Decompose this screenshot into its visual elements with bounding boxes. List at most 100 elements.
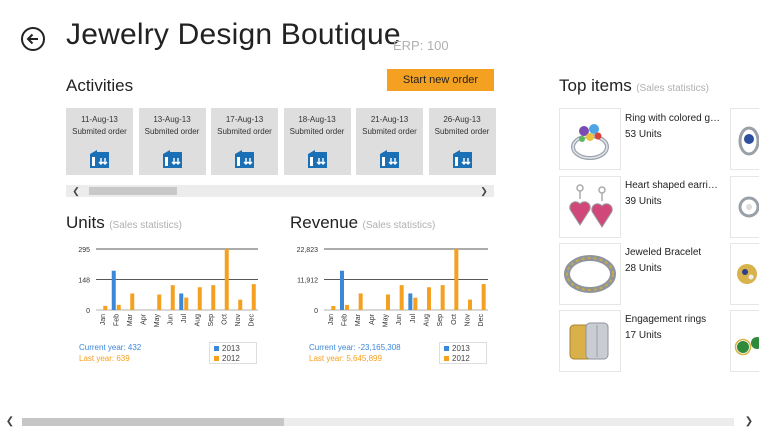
revenue-legend: 2013 2012 — [439, 342, 487, 364]
x-tick-label: Feb — [342, 314, 349, 326]
units-heading: Units — [66, 213, 105, 232]
scroll-left-icon[interactable]: ❮ — [70, 185, 82, 197]
erp-label: ERP: 100 — [393, 38, 449, 53]
activity-date: 17-Aug-13 — [225, 115, 264, 124]
engagement-rings-image[interactable] — [559, 310, 621, 372]
item-image-partial[interactable] — [730, 310, 759, 372]
x-tick-label: Aug — [194, 314, 201, 327]
item-units: 28 Units — [625, 263, 662, 274]
x-tick-label: Apr — [369, 313, 376, 325]
scroll-right-icon[interactable]: ❯ — [478, 185, 490, 197]
x-tick-label: Dec — [248, 314, 255, 327]
y-tick-label: 295 — [78, 247, 90, 254]
page-scroll-thumb[interactable] — [22, 418, 284, 426]
legend-2012-swatch — [444, 355, 449, 361]
activity-tile[interactable]: 17-Aug-13 Submited order — [211, 108, 278, 175]
x-tick-label: Jul — [181, 314, 188, 323]
revenue-chart: 22,823 11,912 0 Jan Feb Mar Apr May Jun Jul Aug Sep… — [297, 247, 488, 327]
activity-status: Submited order — [289, 127, 345, 136]
units-last-year: Last year: 639 — [79, 354, 130, 363]
activity-date: 21-Aug-13 — [370, 115, 409, 124]
bar-2012-Oct — [454, 249, 459, 310]
bar-2012-Jan — [331, 305, 336, 310]
activity-tile[interactable]: 13-Aug-13 Submited order — [138, 108, 206, 175]
units-subtitle: (Sales statistics) — [109, 220, 182, 231]
x-tick-label: Jan — [100, 314, 107, 325]
item-units: 53 Units — [625, 129, 662, 140]
activity-status: Submited order — [434, 127, 490, 136]
item-name[interactable]: Ring with colored ge... — [625, 113, 723, 124]
bar-2012-Jun — [399, 285, 404, 310]
x-tick-label: Oct — [221, 314, 228, 325]
bar-2012-May — [386, 294, 390, 310]
activities-scroll-thumb[interactable] — [89, 187, 177, 195]
x-tick-label: Oct — [451, 314, 458, 325]
legend-2012-label: 2012 — [222, 353, 240, 363]
bar-2012-Aug — [197, 287, 202, 310]
top-items-heading: Top items — [559, 76, 632, 95]
legend-2013-swatch — [214, 345, 219, 351]
bracelet-image[interactable] — [559, 243, 621, 305]
bar-2012-Jul — [413, 297, 418, 310]
y-tick-label: 11,912 — [297, 278, 318, 285]
item-image-partial[interactable] — [730, 108, 759, 170]
order-icon — [162, 150, 182, 168]
x-tick-label: Feb — [113, 314, 120, 326]
order-icon — [380, 150, 399, 168]
bar-2012-Aug — [427, 287, 431, 310]
activities-scrollbar[interactable]: ❮ ❯ — [66, 185, 494, 197]
top-items-subtitle: (Sales statistics) — [636, 83, 709, 94]
page-scroll-right-icon[interactable]: ❯ — [742, 415, 756, 427]
revenue-last-year: Last year: 5,645,899 — [309, 354, 382, 363]
item-units: 39 Units — [625, 196, 662, 207]
units-current-year: Current year: 432 — [79, 343, 142, 352]
bar-2012-Dec — [481, 284, 486, 310]
top-items-heading-group: Top items (Sales statistics) — [559, 76, 709, 96]
page-scroll-left-icon[interactable]: ❮ — [3, 415, 17, 427]
activity-date: 18-Aug-13 — [298, 115, 336, 124]
bar-2013-Jul — [179, 293, 184, 310]
back-button[interactable] — [21, 27, 45, 51]
legend-2013-label: 2013 — [222, 343, 240, 353]
x-tick-label: May — [154, 314, 161, 328]
x-tick-label: Sep — [437, 314, 444, 327]
units-chart: 295 148 0 Jan Feb Mar Apr May Jun Jul Aug Sep Oct Nov… — [78, 247, 258, 328]
bar-2012-May — [157, 294, 162, 310]
x-tick-label: Jan — [328, 314, 335, 325]
x-tick-label: Sep — [208, 314, 215, 327]
activity-date: 11-Aug-13 — [81, 115, 118, 124]
y-tick-label: 0 — [86, 308, 90, 315]
bar-2013-Jul — [408, 293, 413, 310]
item-units: 17 Units — [625, 330, 662, 341]
bar-2012-Jun — [170, 285, 175, 310]
activity-status: Submited order — [217, 127, 272, 136]
revenue-heading-group: Revenue (Sales statistics) — [290, 213, 435, 233]
x-tick-label: Jun — [396, 314, 403, 325]
x-tick-label: Nov — [465, 314, 472, 327]
activity-tile[interactable]: 21-Aug-13 Submited order — [356, 108, 423, 175]
y-tick-label: 148 — [78, 278, 90, 285]
activity-tile[interactable]: 11-Aug-13 Submited order — [66, 108, 133, 175]
x-tick-label: Dec — [478, 314, 485, 327]
activity-tile[interactable]: 26-Aug-13 Submited order — [428, 108, 496, 175]
item-image-partial[interactable] — [730, 176, 759, 238]
heart-earrings-image[interactable] — [559, 176, 621, 238]
start-new-order-button[interactable]: Start new order — [387, 69, 494, 91]
x-tick-label: Aug — [424, 314, 431, 327]
x-tick-label: Nov — [235, 314, 242, 327]
revenue-current-year: Current year: -23,165,308 — [309, 343, 401, 352]
item-name[interactable]: Engagement rings — [625, 314, 723, 325]
item-name[interactable]: Jeweled Bracelet — [625, 247, 723, 258]
ring-colored-gems-image[interactable] — [559, 108, 621, 170]
activity-tile[interactable]: 18-Aug-13 Submited order — [283, 108, 351, 175]
item-image-partial[interactable] — [730, 243, 759, 305]
bar-2012-Nov — [238, 299, 243, 310]
order-icon — [235, 150, 254, 168]
x-tick-label: Mar — [127, 313, 134, 326]
bar-2012-Feb — [116, 304, 121, 310]
units-legend: 2013 2012 — [209, 342, 257, 364]
bar-2012-Nov — [468, 299, 472, 310]
item-name[interactable]: Heart shaped earrings — [625, 180, 723, 191]
bar-2013-Feb — [340, 270, 344, 310]
page-scrollbar[interactable]: ❮ ❯ — [0, 415, 759, 427]
